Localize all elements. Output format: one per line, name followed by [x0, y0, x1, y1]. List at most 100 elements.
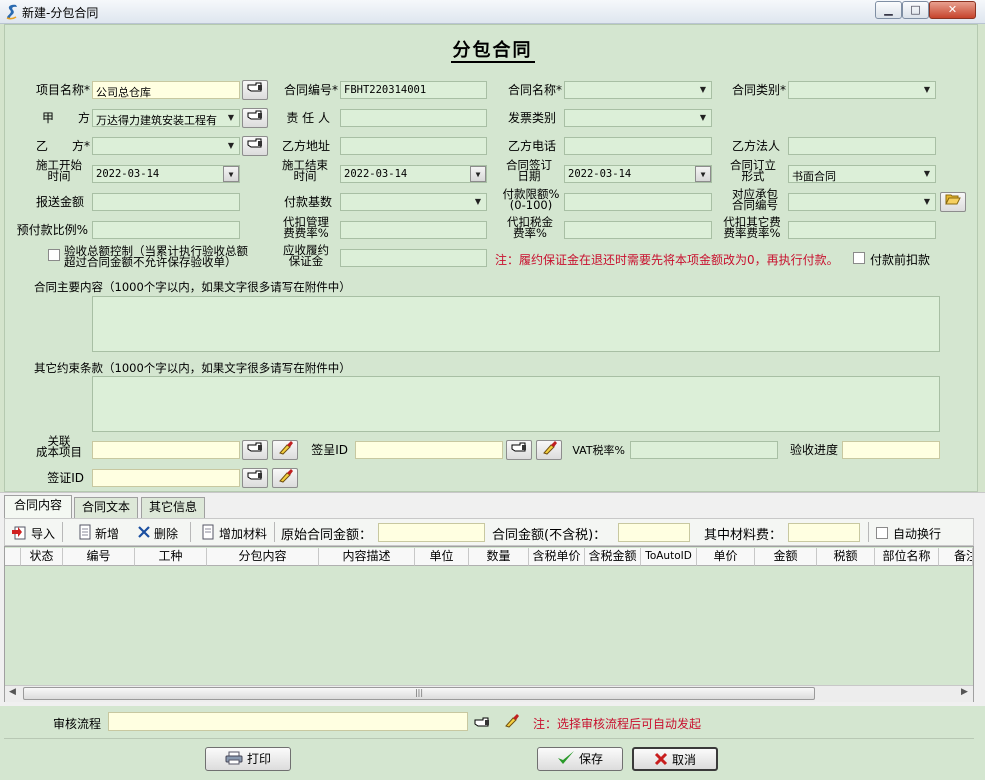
add-button[interactable]: 新增	[95, 525, 119, 542]
amount-ex-tax-field[interactable]	[618, 523, 690, 542]
sign-id-picker-button[interactable]	[242, 468, 268, 488]
party-b-address-field[interactable]	[340, 137, 487, 155]
original-amount-field[interactable]	[378, 523, 485, 542]
cancel-button[interactable]: 取消	[632, 747, 718, 771]
party-b-legal-field[interactable]	[788, 137, 936, 155]
responsible-field[interactable]	[340, 109, 487, 127]
column-header[interactable]: ToAutoID	[641, 548, 697, 566]
invoice-type-select[interactable]: ▼	[564, 109, 712, 127]
contract-type-select[interactable]: ▼	[788, 81, 936, 99]
column-header[interactable]: 数量	[469, 548, 529, 566]
report-amount-field[interactable]	[92, 193, 240, 211]
end-time-field[interactable]: 2022-03-14 ▼	[340, 165, 487, 183]
close-button[interactable]: ✕	[929, 1, 976, 19]
title-bar	[0, 0, 985, 24]
column-header[interactable]: 金额	[755, 548, 817, 566]
tab-contract-content[interactable]: 合同内容	[4, 495, 72, 518]
material-fee-field[interactable]	[788, 523, 860, 542]
tab-contract-text[interactable]: 合同文本	[74, 497, 138, 518]
contract-form-select[interactable]: 书面合同 ▼	[788, 165, 936, 183]
workflow-label: 审核流程	[53, 717, 102, 731]
column-header[interactable]: 含税金额	[585, 548, 641, 566]
mgmt-fee-field[interactable]	[340, 221, 487, 239]
chevron-down-icon: ▼	[227, 113, 235, 122]
cost-item-field[interactable]	[92, 441, 240, 459]
scroll-left-icon[interactable]: ◀	[9, 687, 16, 697]
acceptance-progress-field[interactable]	[842, 441, 940, 459]
vat-field[interactable]	[630, 441, 778, 459]
end-time-label: 施工结束 时间	[282, 158, 328, 183]
party-b-phone-field[interactable]	[564, 137, 712, 155]
auto-wrap-label: 自动换行	[893, 527, 942, 541]
visa-picker-button[interactable]	[506, 440, 532, 460]
deposit-field[interactable]	[340, 249, 487, 267]
deduct-before-pay-checkbox[interactable]	[853, 252, 865, 264]
contract-no-field[interactable]: FBHT220314001	[340, 81, 487, 99]
folder-open-icon	[945, 194, 961, 205]
auto-wrap-checkbox[interactable]	[876, 527, 888, 539]
column-header[interactable]: 单价	[697, 548, 755, 566]
save-button[interactable]: 保存	[537, 747, 623, 771]
acceptance-control-checkbox[interactable]	[48, 249, 60, 261]
payment-base-label: 付款基数	[283, 195, 332, 209]
delete-button[interactable]: 删除	[154, 525, 178, 542]
add-material-button[interactable]: 增加材料	[219, 525, 267, 542]
hand-point-icon	[247, 442, 262, 452]
party-b-picker-button[interactable]	[242, 136, 268, 156]
prepay-ratio-label: 预付款比例%	[16, 223, 88, 237]
party-a-picker-button[interactable]	[242, 108, 268, 128]
contract-name-select[interactable]: ▼	[564, 81, 712, 99]
invoice-type-label: 发票类别	[507, 111, 556, 125]
workflow-field[interactable]	[108, 712, 468, 731]
open-folder-button[interactable]	[940, 192, 966, 212]
hand-point-icon[interactable]	[474, 716, 490, 728]
other-fee-field[interactable]	[788, 221, 936, 239]
start-time-label: 施工开始 时间	[36, 158, 82, 183]
sign-date-field[interactable]: 2022-03-14 ▼	[564, 165, 712, 183]
cost-item-picker-button[interactable]	[242, 440, 268, 460]
cost-item-clear-button[interactable]	[272, 440, 298, 460]
project-picker-button[interactable]	[242, 80, 268, 100]
column-header[interactable]: 分包内容	[207, 548, 319, 566]
scrollbar-thumb[interactable]: |||	[23, 687, 815, 700]
related-contract-label: 对应承包 合同编号	[732, 187, 778, 212]
project-name-field[interactable]: 公司总仓库	[92, 81, 240, 99]
column-header[interactable]: 含税单价	[529, 548, 585, 566]
prepay-ratio-field[interactable]	[92, 221, 240, 239]
main-content-textarea[interactable]	[92, 296, 940, 352]
column-header[interactable]: 部位名称	[875, 548, 939, 566]
contract-items-grid[interactable]	[4, 546, 974, 702]
scroll-right-icon[interactable]: ▶	[961, 687, 968, 697]
party-b-select[interactable]: ▼	[92, 137, 240, 155]
column-header[interactable]: 备注	[939, 548, 973, 566]
import-button[interactable]: 导入	[31, 525, 55, 542]
column-header[interactable]: 内容描述	[319, 548, 415, 566]
checkmark-icon	[557, 751, 574, 764]
eraser-brush-icon[interactable]	[503, 713, 519, 729]
tax-fee-field[interactable]	[564, 221, 712, 239]
contract-type-label: 合同类别*	[731, 83, 786, 97]
report-amount-label: 报送金额	[35, 195, 84, 209]
sign-id-clear-button[interactable]	[272, 468, 298, 488]
party-a-select[interactable]: 万达得力建筑安装工程有 ▼	[92, 109, 240, 127]
print-button[interactable]: 打印	[205, 747, 291, 771]
maximize-button[interactable]: □	[902, 1, 929, 19]
chevron-down-icon: ▼	[699, 113, 707, 122]
payment-limit-field[interactable]	[564, 193, 712, 211]
column-header[interactable]: 工种	[135, 548, 207, 566]
column-header[interactable]: 编号	[63, 548, 135, 566]
minimize-button[interactable]: ▁	[875, 1, 902, 19]
start-time-field[interactable]: 2022-03-14 ▼	[92, 165, 240, 183]
related-contract-select[interactable]: ▼	[788, 193, 936, 211]
sign-id-field[interactable]	[92, 469, 240, 487]
visa-clear-button[interactable]	[536, 440, 562, 460]
visa-field[interactable]	[355, 441, 503, 459]
payment-base-select[interactable]: ▼	[340, 193, 487, 211]
tab-other-info[interactable]: 其它信息	[141, 497, 205, 518]
sign-date-value: 2022-03-14	[568, 168, 632, 180]
add-material-icon	[202, 524, 214, 540]
column-header[interactable]: 状态	[21, 548, 63, 566]
column-header[interactable]: 单位	[415, 548, 469, 566]
other-terms-textarea[interactable]	[92, 376, 940, 432]
column-header[interactable]: 税额	[817, 548, 875, 566]
